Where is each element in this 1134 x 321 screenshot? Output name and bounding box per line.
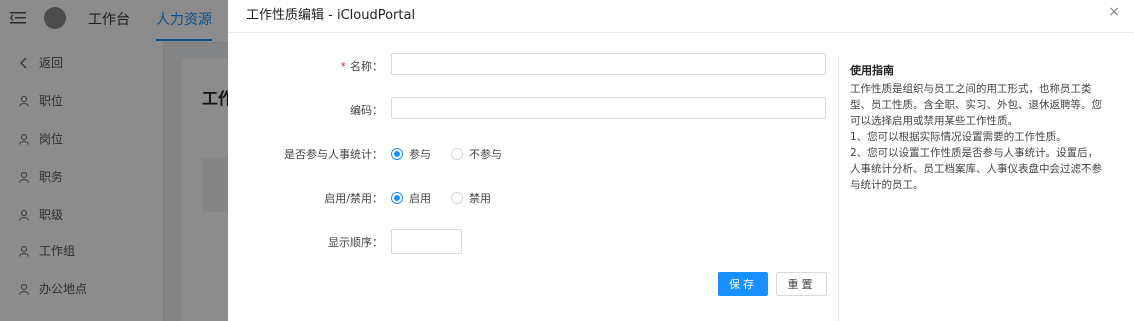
required-mark: * <box>340 60 347 73</box>
radio-checked-icon <box>391 148 403 160</box>
radio-unchecked-icon <box>451 148 463 160</box>
guide-line: 1、您可以根据实际情况设置需要的工作性质。 <box>850 131 1067 143</box>
name-label: * 名称： <box>340 60 384 73</box>
enable-radio-group: 启用 禁用 <box>391 190 511 206</box>
reset-button[interactable]: 重置 <box>776 272 827 296</box>
order-input[interactable] <box>391 229 462 254</box>
stat-label: 是否参与人事统计： <box>284 148 383 161</box>
guide-line: 与统计的员工。 <box>850 179 924 191</box>
drawer-title: 工作性质编辑 - iCloudPortal <box>246 8 416 23</box>
stat-radio-yes[interactable]: 参与 <box>391 146 431 162</box>
code-label: 编码： <box>350 104 383 117</box>
stat-radio-group: 参与 不参与 <box>391 146 522 162</box>
name-input[interactable] <box>391 53 826 75</box>
code-input[interactable] <box>391 97 826 119</box>
divider <box>228 32 1134 33</box>
enable-label: 启用/禁用： <box>324 192 383 205</box>
enable-radio-off[interactable]: 禁用 <box>451 190 491 206</box>
enable-radio-on[interactable]: 启用 <box>391 190 431 206</box>
close-icon[interactable]: × <box>1108 4 1120 20</box>
order-label: 显示顺序： <box>328 236 383 249</box>
stat-radio-no[interactable]: 不参与 <box>451 146 502 162</box>
radio-checked-icon <box>391 192 403 204</box>
guide-line: 可以选择启用或禁用某些工作性质。 <box>850 115 1018 127</box>
radio-unchecked-icon <box>451 192 463 204</box>
guide-line: 型、员工性质。含全职、实习、外包、退休返聘等。您 <box>850 99 1102 111</box>
edit-drawer: 工作性质编辑 - iCloudPortal × * 名称： 编码： 是否参与人事统… <box>228 0 1134 321</box>
guide-line: 2、您可以设置工作性质是否参与人事统计。设置后， <box>850 147 1099 159</box>
guide-line: 工作性质是组织与员工之间的用工形式，也称员工类 <box>850 83 1092 95</box>
save-button[interactable]: 保存 <box>718 272 768 296</box>
vertical-divider <box>838 56 839 321</box>
usage-guide: 使用指南 工作性质是组织与员工之间的用工形式，也称员工类 型、员工性质。含全职、… <box>850 62 1112 193</box>
guide-line: 人事统计分析、员工档案库、人事仪表盘中会过滤不参 <box>850 163 1102 175</box>
guide-title: 使用指南 <box>850 64 894 77</box>
